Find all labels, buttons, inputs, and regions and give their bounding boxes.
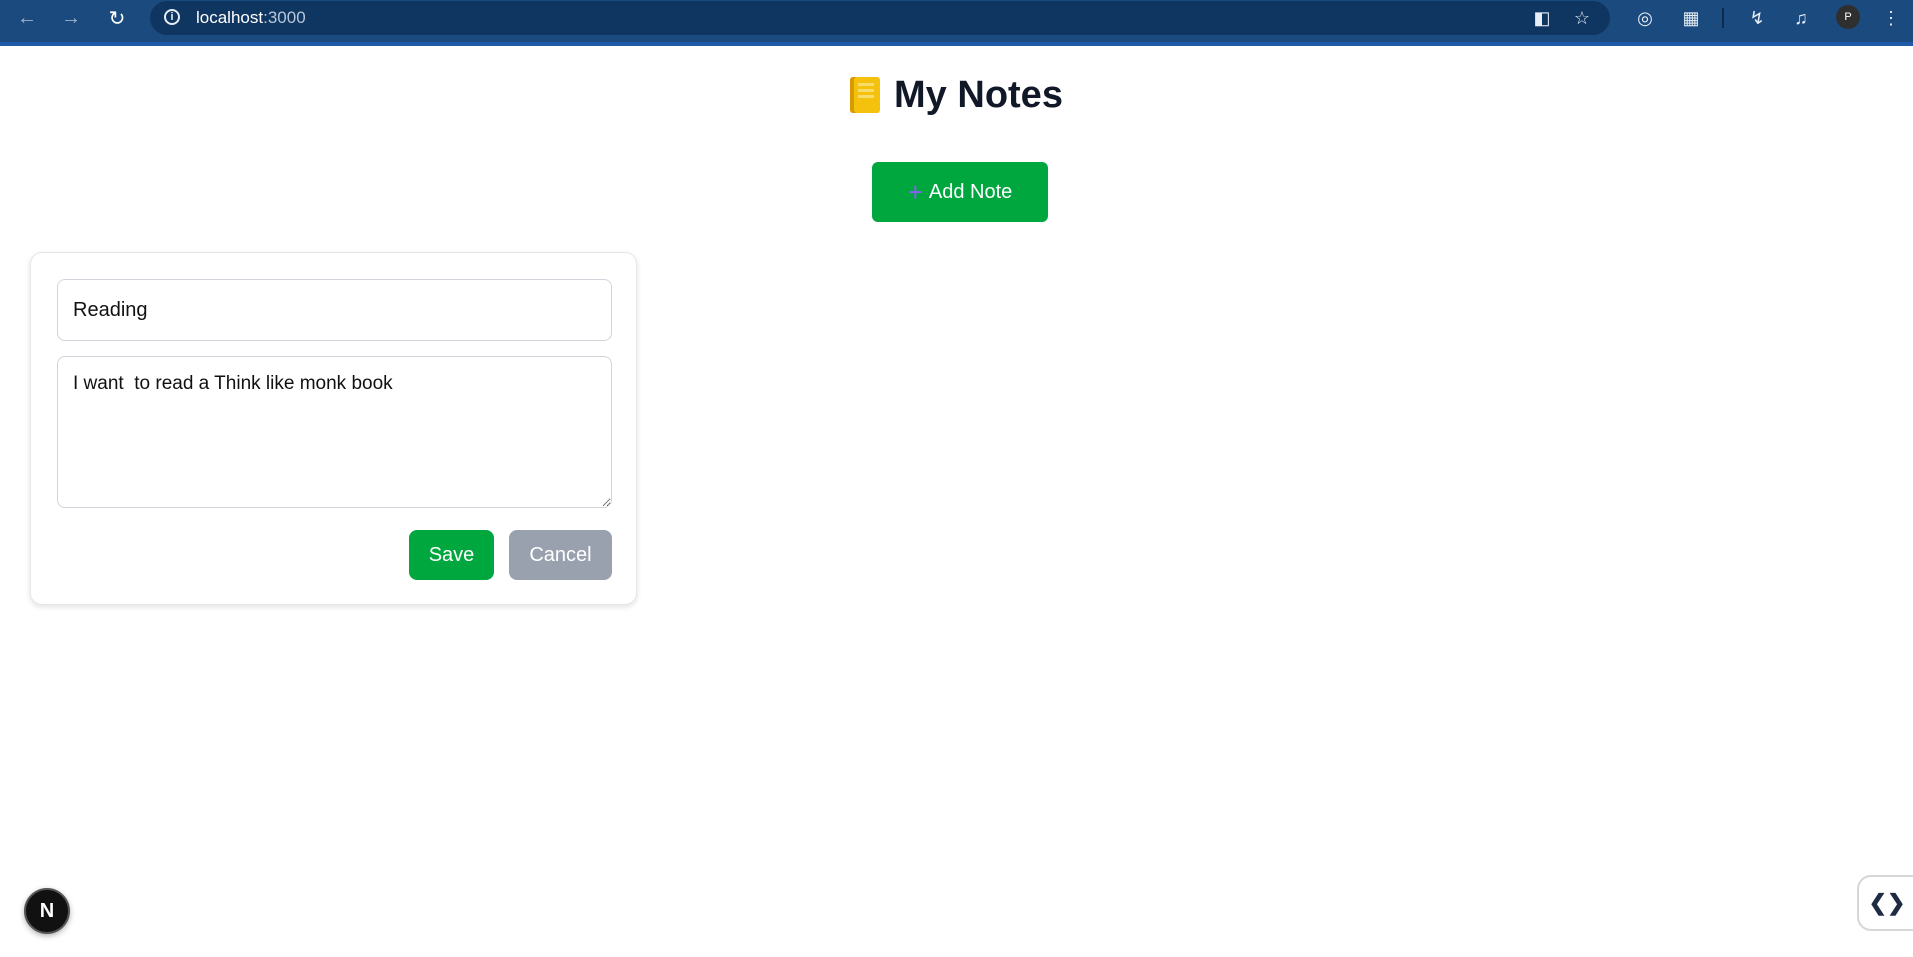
- page-title: My Notes: [0, 74, 1913, 117]
- toolbar-divider: [1722, 8, 1724, 28]
- notebook-icon: [850, 77, 881, 113]
- inspector-zoom-icon[interactable]: ❮❯: [1857, 875, 1913, 931]
- add-note-button[interactable]: + Add Note: [872, 162, 1048, 222]
- add-note-label: Add Note: [928, 180, 1013, 203]
- cancel-button[interactable]: Cancel: [509, 530, 612, 580]
- menu-kebab-icon[interactable]: ⋮: [1876, 5, 1906, 31]
- media-controls-icon[interactable]: ♫: [1786, 5, 1816, 31]
- plus-icon: +: [907, 177, 923, 207]
- address-bar[interactable]: i localhost:3000 ◧ ☆: [150, 1, 1610, 35]
- toolbar-bottom-border: [0, 42, 1913, 46]
- bookmark-star-icon[interactable]: ☆: [1568, 5, 1596, 31]
- forward-icon[interactable]: →: [54, 4, 88, 32]
- note-body-textarea[interactable]: I want to read a Think like monk book: [57, 356, 612, 508]
- note-title-input[interactable]: [57, 279, 612, 341]
- extensions-puzzle-icon[interactable]: ▦: [1676, 5, 1706, 31]
- note-editor-card: I want to read a Think like monk book Sa…: [30, 252, 637, 605]
- profile-avatar[interactable]: P: [1836, 5, 1860, 29]
- save-button[interactable]: Save: [409, 530, 494, 580]
- browser-toolbar: ← → ↻ i localhost:3000 ◧ ☆ ◎ ▦ ↯ ♫ P ⋮: [0, 0, 1913, 46]
- url-text[interactable]: localhost:3000: [196, 8, 306, 28]
- translate-icon[interactable]: ◧: [1528, 5, 1556, 31]
- site-info-icon[interactable]: i: [164, 9, 180, 25]
- nextjs-dev-indicator[interactable]: N: [24, 888, 70, 934]
- back-icon[interactable]: ←: [10, 4, 44, 32]
- performance-icon[interactable]: ↯: [1742, 5, 1772, 31]
- page-title-text: My Notes: [894, 74, 1063, 116]
- extension-target-icon[interactable]: ◎: [1630, 5, 1660, 31]
- reload-icon[interactable]: ↻: [100, 4, 134, 32]
